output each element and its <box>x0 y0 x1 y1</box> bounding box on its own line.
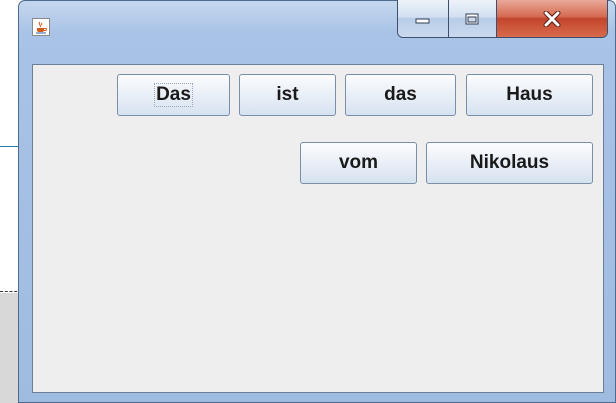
minimize-icon <box>415 18 430 23</box>
nikolaus-button[interactable]: Nikolaus <box>426 142 593 184</box>
haus-button[interactable]: Haus <box>466 74 593 116</box>
button-label: vom <box>338 152 379 173</box>
das-button-2[interactable]: das <box>345 74 456 116</box>
close-icon <box>543 10 561 27</box>
minimize-button[interactable] <box>398 0 449 37</box>
vom-button[interactable]: vom <box>300 142 417 184</box>
button-label: Nikolaus <box>469 152 550 173</box>
title-bar[interactable] <box>18 0 616 44</box>
button-label: ist <box>276 84 299 105</box>
maximize-button[interactable] <box>448 0 498 37</box>
das-button-1[interactable]: Das <box>117 74 230 116</box>
button-label: Das <box>154 83 193 107</box>
app-window: Das ist das Haus vom Nikolaus <box>18 0 616 403</box>
button-label: Haus <box>506 84 553 105</box>
java-coffee-cup-icon[interactable] <box>32 18 50 36</box>
content-panel: Das ist das Haus vom Nikolaus <box>32 64 604 393</box>
ist-button[interactable]: ist <box>239 74 336 116</box>
maximize-icon <box>465 13 479 24</box>
caption-buttons <box>397 0 608 38</box>
button-label: das <box>384 84 417 105</box>
close-button[interactable] <box>497 0 607 37</box>
